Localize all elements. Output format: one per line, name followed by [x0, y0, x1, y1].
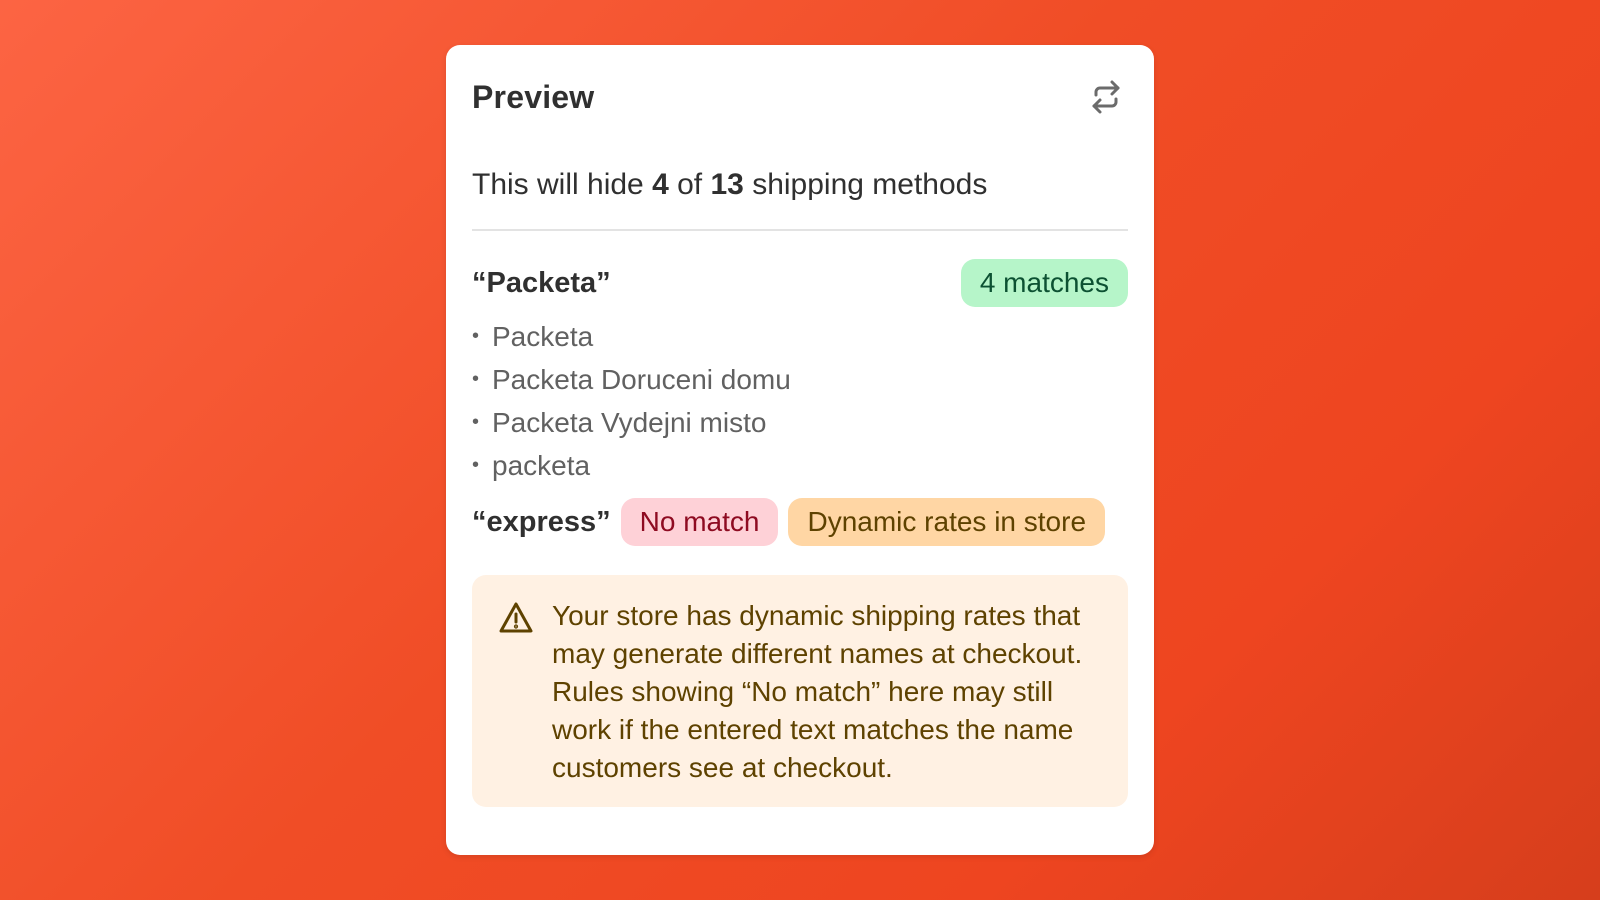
rule-packeta: “Packeta” 4 matches [472, 259, 1128, 307]
match-name: packeta [492, 450, 591, 481]
summary-of: of [677, 168, 703, 201]
match-list: • Packeta • Packeta Doruceni domu • Packeta… [472, 315, 1128, 487]
card-title: Preview [472, 78, 595, 115]
rule-name: “Packeta” [472, 266, 611, 299]
bullet-icon: • [472, 411, 480, 433]
match-name: Packeta [492, 321, 594, 352]
list-item: • Packeta Doruceni domu [472, 358, 1128, 401]
preview-card: Preview This will hide 4 of 13 shipping … [446, 45, 1154, 855]
list-item: • packeta [472, 444, 1128, 487]
total-count: 13 [710, 168, 744, 201]
warning-banner: Your store has dynamic shipping rates th… [472, 575, 1128, 807]
refresh-button[interactable] [1086, 77, 1126, 117]
rule-express: “express” No match Dynamic rates in stor… [472, 497, 1128, 547]
matches-badge: 4 matches [960, 259, 1128, 307]
divider [472, 229, 1128, 231]
bullet-icon: • [472, 454, 480, 476]
hidden-count: 4 [652, 168, 669, 201]
hide-summary: This will hide 4 of 13 shipping methods [472, 157, 1128, 213]
card-header: Preview [472, 45, 1128, 149]
summary-suffix: shipping methods [752, 168, 988, 201]
list-item: • Packeta [472, 315, 1128, 358]
warning-icon [499, 602, 533, 633]
match-name: Packeta Doruceni domu [492, 364, 791, 395]
bullet-icon: • [472, 368, 480, 390]
rule-name: “express” [472, 505, 611, 538]
no-match-badge: No match [620, 498, 779, 546]
banner-text: Your store has dynamic shipping rates th… [552, 600, 1083, 783]
list-item: • Packeta Vydejni misto [472, 401, 1128, 444]
bullet-icon: • [472, 325, 480, 347]
dynamic-rates-badge: Dynamic rates in store [788, 498, 1106, 546]
refresh-icon [1092, 80, 1120, 114]
match-name: Packeta Vydejni misto [492, 407, 767, 438]
summary-prefix: This will hide [472, 168, 644, 201]
